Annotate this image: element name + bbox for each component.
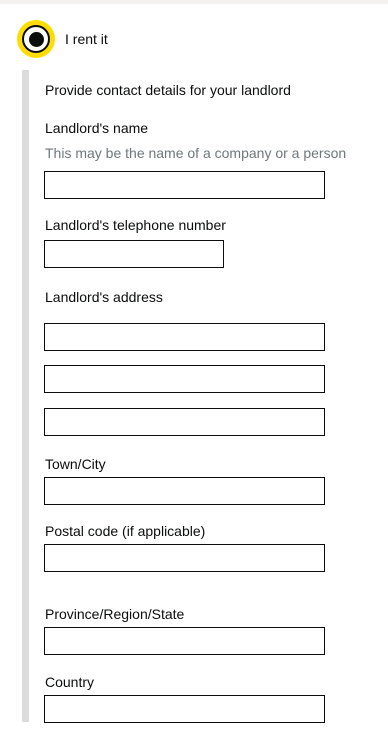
landlord-address-label: Landlord's address [45, 289, 163, 305]
country-input[interactable] [44, 695, 325, 723]
landlord-phone-label: Landlord's telephone number [45, 217, 226, 233]
landlord-name-hint: This may be the name of a company or a p… [45, 145, 347, 161]
conditional-reveal-border [22, 70, 29, 722]
radio-focus-ring[interactable] [17, 20, 55, 58]
postcode-label: Postal code (if applicable) [45, 523, 206, 539]
address-line-1-input[interactable] [44, 323, 325, 351]
landlord-name-input[interactable] [44, 171, 325, 199]
address-line-2-input[interactable] [44, 365, 325, 393]
page-top-edge [0, 0, 388, 4]
postcode-input[interactable] [44, 544, 325, 572]
radio-button[interactable] [22, 25, 50, 53]
radio-option-rent[interactable]: I rent it [17, 20, 108, 58]
radio-label[interactable]: I rent it [65, 31, 108, 47]
province-label: Province/Region/State [45, 606, 185, 622]
town-input[interactable] [44, 477, 325, 505]
section-intro: Provide contact details for your landlor… [45, 82, 291, 98]
country-label: Country [45, 674, 95, 690]
landlord-phone-input[interactable] [44, 240, 224, 268]
address-line-3-input[interactable] [44, 408, 325, 436]
town-label: Town/City [45, 456, 106, 472]
landlord-name-label: Landlord's name [45, 120, 149, 136]
province-input[interactable] [44, 627, 325, 655]
radio-selected-dot-icon [28, 31, 44, 47]
